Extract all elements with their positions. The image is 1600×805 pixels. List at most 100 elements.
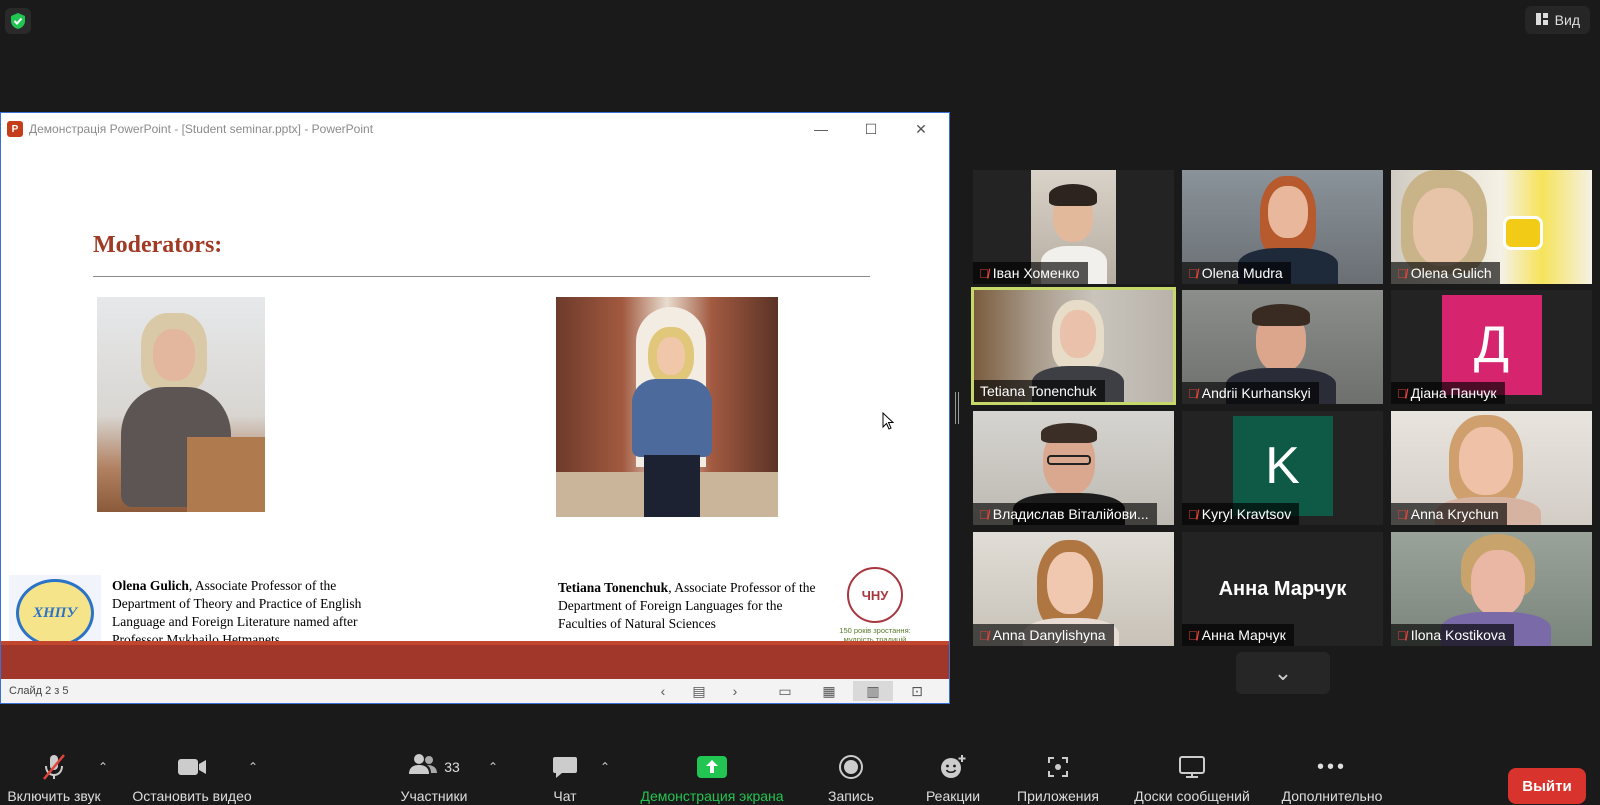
audio-options-caret-icon[interactable]: ⌃ [98, 760, 108, 774]
slide-canvas: Moderators: ХНПУ Olena Gulich, Associate… [1, 145, 949, 681]
mic-muted-icon: 🎙̸ [979, 506, 989, 522]
mic-muted-icon [41, 752, 67, 782]
mic-muted-icon: 🎙̸ [979, 265, 989, 281]
participant-name: 🎙̸ Анна Марчук [1182, 624, 1294, 646]
prev-slide-icon[interactable]: ‹ [643, 681, 683, 701]
unmute-button[interactable]: Включить звук [0, 752, 108, 804]
slide-title: Moderators: [93, 232, 223, 258]
ppt-window-title: Демонстрація PowerPoint - [Student semin… [29, 122, 374, 136]
participant-name: 🎙̸ Іван Хоменко [973, 262, 1088, 284]
view-grid-icon [1535, 12, 1549, 29]
more-label: Дополнительно [1281, 788, 1383, 804]
view-button[interactable]: Вид [1524, 6, 1590, 34]
security-shield-icon[interactable] [5, 8, 31, 34]
mic-muted-icon: 🎙̸ [1397, 627, 1407, 643]
sorter-view-icon[interactable]: ▦ [809, 681, 849, 701]
more-button[interactable]: ••• Дополнительно [1276, 752, 1388, 805]
view-label: Вид [1554, 12, 1580, 28]
whiteboards-button[interactable]: Доски сообщений [1128, 752, 1256, 804]
gallery-scroll-down-button[interactable]: ⌄ [1236, 652, 1330, 694]
participant-tile[interactable]: Д 🎙̸ Діана Панчук [1391, 290, 1592, 404]
apps-button[interactable]: Приложения [1012, 752, 1104, 804]
participant-tile[interactable]: 🎙̸ Olena Mudra [1182, 170, 1383, 284]
split-handle[interactable] [955, 392, 959, 424]
mic-muted-icon: 🎙̸ [1397, 506, 1407, 522]
apps-icon [1046, 752, 1070, 782]
maximize-icon[interactable]: ☐ [851, 117, 891, 141]
reactions-button[interactable]: Реакции [918, 752, 988, 804]
whiteboard-icon [1178, 752, 1206, 782]
participant-tile[interactable]: 🎙̸ Andrii Kurhanskyi [1182, 290, 1383, 404]
minimize-icon[interactable]: — [801, 117, 841, 141]
participant-name: 🎙̸ Olena Gulich [1391, 262, 1500, 284]
participant-name: 🎙̸ Ilona Kostikova [1391, 624, 1514, 646]
ppt-title-bar: P Демонстрація PowerPoint - [Student sem… [1, 113, 949, 145]
video-camera-icon [177, 752, 207, 782]
participant-avatar: K [1232, 416, 1333, 516]
mic-muted-icon: 🎙̸ [979, 627, 989, 643]
participant-name: 🎙̸ Діана Панчук [1391, 382, 1505, 404]
participant-tile[interactable]: 🎙̸ Olena Gulich [1391, 170, 1592, 284]
meeting-toolbar: Включить звук ⌃ Остановить видео ⌃ 33 Уч… [0, 752, 1600, 805]
moderator-caption-2: Tetiana Tonenchuk, Associate Professor o… [558, 579, 818, 633]
next-slide-icon[interactable]: › [715, 681, 755, 701]
participant-tile[interactable]: 🎙̸ Anna Danylishyna [973, 532, 1174, 646]
powerpoint-icon: P [7, 121, 23, 137]
participant-tile[interactable]: 🎙̸ Anna Krychun [1391, 411, 1592, 525]
slide-footer-band [1, 641, 949, 681]
participant-tile-active-speaker[interactable]: Tetiana Tonenchuk [971, 287, 1176, 405]
leave-meeting-button[interactable]: Выйти [1508, 768, 1586, 804]
moderator-1-name: Olena Gulich [112, 578, 189, 593]
stop-video-button[interactable]: Остановить видео [126, 752, 258, 804]
chat-label: Чат [553, 788, 577, 804]
video-options-caret-icon[interactable]: ⌃ [248, 760, 258, 774]
reactions-label: Реакции [925, 788, 981, 804]
whiteboards-label: Доски сообщений [1134, 788, 1250, 804]
slideshow-view-icon[interactable]: ⊡ [897, 681, 937, 701]
normal-view-icon[interactable]: ▭ [765, 681, 805, 701]
participant-name: 🎙̸ Anna Danylishyna [973, 624, 1114, 646]
share-screen-label: Демонстрация экрана [640, 788, 784, 804]
logo-right-seal: ЧНУ [847, 567, 903, 623]
logo-left-text: ХНПУ [16, 579, 94, 647]
more-dots-icon: ••• [1316, 755, 1347, 778]
participants-label: Участники [400, 788, 468, 804]
slide-divider [93, 276, 870, 277]
close-icon[interactable]: ✕ [901, 117, 941, 141]
participants-options-caret-icon[interactable]: ⌃ [488, 760, 498, 774]
participant-display-name: Анна Марчук [1218, 578, 1347, 600]
record-icon [838, 752, 864, 782]
participants-icon [408, 753, 438, 781]
ppt-status-bar: Слайд 2 з 5 ‹ ▤ › ▭ ▦ ▥ ⊡ [1, 679, 949, 703]
mic-muted-icon: 🎙̸ [1397, 385, 1407, 401]
participant-name: 🎙̸ Владислав Віталійови... [973, 503, 1157, 525]
participant-avatar: Д [1441, 295, 1542, 395]
mic-muted-icon: 🎙̸ [1188, 506, 1198, 522]
participant-tile[interactable]: K 🎙̸ Kyryl Kravtsov [1182, 411, 1383, 525]
share-screen-button[interactable]: Демонстрация экрана [630, 752, 794, 804]
reactions-smiley-icon [939, 752, 967, 782]
record-button[interactable]: Запись [822, 752, 880, 804]
participant-name: Tetiana Tonenchuk [974, 380, 1105, 402]
slide-list-icon[interactable]: ▤ [679, 681, 719, 701]
participant-tile[interactable]: 🎙̸ Ilona Kostikova [1391, 532, 1592, 646]
participant-tile[interactable]: 🎙̸ Владислав Віталійови... [973, 411, 1174, 525]
mic-muted-icon: 🎙̸ [1397, 265, 1407, 281]
chat-options-caret-icon[interactable]: ⌃ [600, 760, 610, 774]
chat-icon [552, 752, 578, 782]
chevron-down-icon: ⌄ [1273, 660, 1293, 685]
participant-tile[interactable]: Анна Марчук 🎙̸ Анна Марчук [1182, 532, 1383, 646]
participants-count: 33 [444, 759, 460, 775]
participants-button[interactable]: 33 Участники [386, 752, 482, 804]
participant-name: 🎙̸ Andrii Kurhanskyi [1182, 382, 1319, 404]
moderator-2-name: Tetiana Tonenchuk [558, 580, 669, 595]
participant-name: 🎙̸ Olena Mudra [1182, 262, 1291, 284]
moderator-photo-2 [556, 297, 778, 517]
chat-button[interactable]: Чат [545, 752, 585, 804]
participant-tile[interactable]: 🎙̸ Іван Хоменко [973, 170, 1174, 284]
moderator-caption-1: Olena Gulich, Associate Professor of the… [112, 577, 402, 649]
reading-view-icon[interactable]: ▥ [853, 681, 893, 701]
mouse-cursor-icon [882, 411, 895, 435]
share-screen-icon [696, 752, 728, 782]
mic-muted-icon: 🎙̸ [1188, 385, 1198, 401]
